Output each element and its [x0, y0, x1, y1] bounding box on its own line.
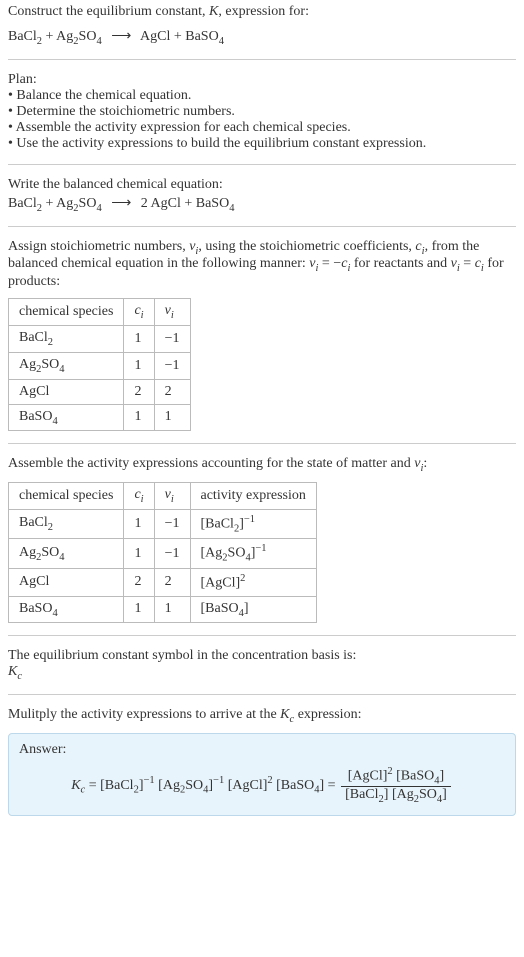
- col-nui: νi: [154, 483, 190, 510]
- product-baso4: BaSO4: [185, 29, 224, 44]
- prompt-k: K: [209, 4, 218, 19]
- cell-nui: 1: [154, 596, 190, 623]
- conc-basis-section: The equilibrium constant symbol in the c…: [8, 648, 516, 682]
- table-row: Ag2SO4 1 −1 [Ag2SO4]−1: [9, 539, 317, 568]
- plan-item-1: • Balance the chemical equation.: [8, 88, 516, 104]
- plan-section: Plan: • Balance the chemical equation. •…: [8, 72, 516, 152]
- cell-activity: [Ag2SO4]−1: [190, 539, 316, 568]
- plan-item-4: • Use the activity expressions to build …: [8, 136, 516, 152]
- activity-table: chemical species ci νi activity expressi…: [8, 482, 317, 623]
- arrow-icon: ⟶: [111, 195, 131, 212]
- cell-ci: 1: [124, 352, 154, 379]
- col-ci: ci: [124, 483, 154, 510]
- cell-species: BaSO4: [9, 596, 124, 623]
- table-header-row: chemical species ci νi: [9, 299, 191, 326]
- cell-activity: [BaSO4]: [190, 596, 316, 623]
- balanced-section: Write the balanced chemical equation: Ba…: [8, 177, 516, 214]
- cell-activity: [AgCl]2: [190, 568, 316, 596]
- conc-basis-text: The equilibrium constant symbol in the c…: [8, 648, 516, 664]
- cell-ci: 2: [124, 568, 154, 596]
- divider: [8, 635, 516, 636]
- table-row: AgCl 2 2: [9, 379, 191, 404]
- fraction: [AgCl]2 [BaSO4] [BaCl2] [Ag2SO4]: [341, 766, 451, 805]
- kc-symbol: Kc: [8, 664, 516, 682]
- bal-product-agcl: 2 AgCl: [141, 196, 181, 211]
- cell-nui: −1: [154, 325, 190, 352]
- arrow-icon: ⟶: [111, 28, 131, 45]
- table-row: BaCl2 1 −1: [9, 325, 191, 352]
- activity-intro: Assemble the activity expressions accoun…: [8, 456, 516, 474]
- col-ci: ci: [124, 299, 154, 326]
- divider: [8, 226, 516, 227]
- table-row: BaSO4 1 1 [BaSO4]: [9, 596, 317, 623]
- kc-expression: Kc = [BaCl2]−1 [Ag2SO4]−1 [AgCl]2 [BaSO4…: [19, 766, 505, 805]
- cell-ci: 1: [124, 539, 154, 568]
- cell-nui: 2: [154, 379, 190, 404]
- table-row: AgCl 2 2 [AgCl]2: [9, 568, 317, 596]
- plan-heading: Plan:: [8, 72, 516, 88]
- cell-species: Ag2SO4: [9, 539, 124, 568]
- prompt-text-a: Construct the equilibrium constant,: [8, 4, 209, 19]
- divider: [8, 694, 516, 695]
- assign-section: Assign stoichiometric numbers, νi, using…: [8, 239, 516, 291]
- cell-species: BaCl2: [9, 509, 124, 538]
- cell-ci: 1: [124, 596, 154, 623]
- cell-nui: −1: [154, 539, 190, 568]
- cell-species: Ag2SO4: [9, 352, 124, 379]
- prompt: Construct the equilibrium constant, K, e…: [8, 4, 516, 20]
- bal-reactant-ag2so4: Ag2SO4: [56, 196, 102, 211]
- col-nui: νi: [154, 299, 190, 326]
- cell-ci: 2: [124, 379, 154, 404]
- cell-ci: 1: [124, 325, 154, 352]
- prompt-text-b: , expression for:: [218, 4, 309, 19]
- answer-box: Answer: Kc = [BaCl2]−1 [Ag2SO4]−1 [AgCl]…: [8, 733, 516, 816]
- answer-label: Answer:: [19, 742, 505, 758]
- cell-nui: 1: [154, 404, 190, 431]
- cell-nui: 2: [154, 568, 190, 596]
- table-header-row: chemical species ci νi activity expressi…: [9, 483, 317, 510]
- plan-item-3: • Assemble the activity expression for e…: [8, 120, 516, 136]
- divider: [8, 164, 516, 165]
- bal-reactant-bacl2: BaCl2: [8, 196, 42, 211]
- cell-species: AgCl: [9, 379, 124, 404]
- col-activity: activity expression: [190, 483, 316, 510]
- cell-activity: [BaCl2]−1: [190, 509, 316, 538]
- fraction-denominator: [BaCl2] [Ag2SO4]: [341, 787, 451, 805]
- cell-ci: 1: [124, 509, 154, 538]
- cell-species: BaCl2: [9, 325, 124, 352]
- divider: [8, 59, 516, 60]
- table-row: Ag2SO4 1 −1: [9, 352, 191, 379]
- balanced-equation: BaCl2 + Ag2SO4 ⟶ 2 AgCl + BaSO4: [8, 195, 516, 214]
- table-row: BaSO4 1 1: [9, 404, 191, 431]
- cell-nui: −1: [154, 509, 190, 538]
- stoichiometry-table: chemical species ci νi BaCl2 1 −1 Ag2SO4…: [8, 298, 191, 431]
- cell-nui: −1: [154, 352, 190, 379]
- fraction-numerator: [AgCl]2 [BaSO4]: [341, 766, 451, 787]
- bal-product-baso4: BaSO4: [196, 196, 235, 211]
- reactant-bacl2: BaCl2: [8, 29, 42, 44]
- cell-ci: 1: [124, 404, 154, 431]
- unbalanced-equation: BaCl2 + Ag2SO4 ⟶ AgCl + BaSO4: [8, 28, 516, 47]
- cell-species: AgCl: [9, 568, 124, 596]
- reactant-ag2so4: Ag2SO4: [56, 29, 102, 44]
- col-species: chemical species: [9, 299, 124, 326]
- divider: [8, 443, 516, 444]
- multiply-section: Mulitply the activity expressions to arr…: [8, 707, 516, 725]
- col-species: chemical species: [9, 483, 124, 510]
- cell-species: BaSO4: [9, 404, 124, 431]
- table-row: BaCl2 1 −1 [BaCl2]−1: [9, 509, 317, 538]
- plan-item-2: • Determine the stoichiometric numbers.: [8, 104, 516, 120]
- balanced-heading: Write the balanced chemical equation:: [8, 177, 516, 193]
- product-agcl: AgCl: [140, 29, 170, 44]
